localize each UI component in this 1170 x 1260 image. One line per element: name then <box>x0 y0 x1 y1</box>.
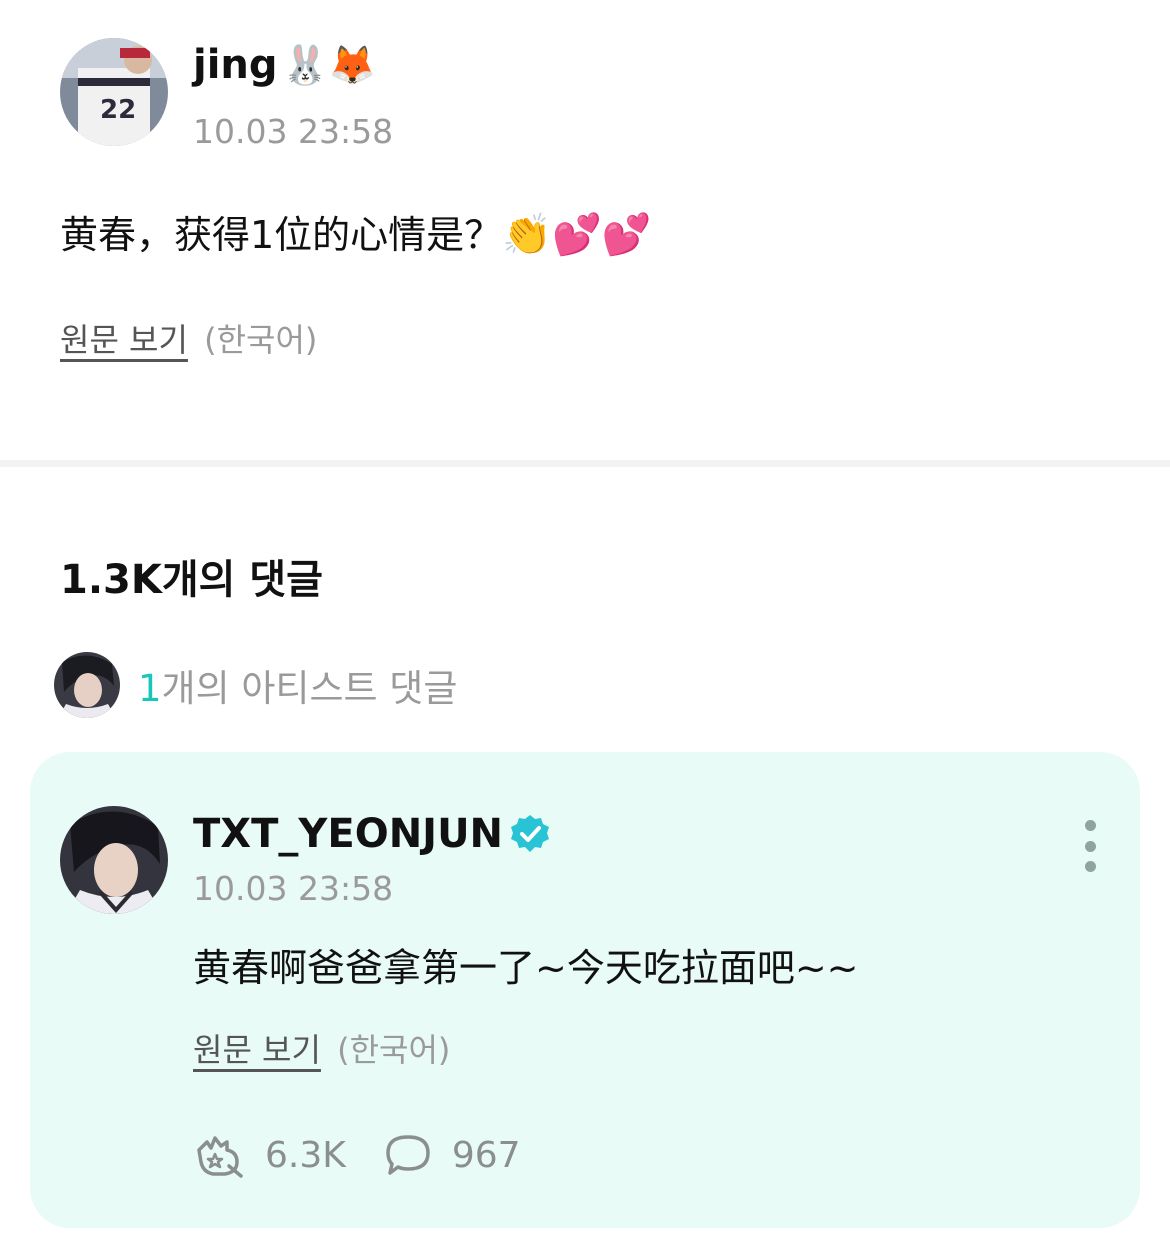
artist-avatar[interactable] <box>60 806 168 914</box>
artist-comment-actions: 6.3K 967 <box>193 1132 521 1178</box>
author-emojis: 🐰🦊 <box>281 43 377 87</box>
artist-comments-row[interactable]: 1개의 아티스트 댓글 <box>54 652 457 718</box>
post-timestamp: 10.03 23:58 <box>193 112 394 151</box>
artist-comment-text: 黄春啊爸爸拿第一了~今天吃拉面吧~~ <box>193 946 859 990</box>
like-count: 6.3K <box>265 1134 346 1176</box>
cheer-button[interactable]: 6.3K <box>193 1132 346 1178</box>
post-emojis: 👏💕💕 <box>502 212 652 258</box>
author-avatar[interactable]: 22 <box>60 38 168 146</box>
post-text: 黄春，获得1位的心情是？👏💕💕 <box>60 212 652 258</box>
section-divider <box>0 460 1170 467</box>
svg-text:22: 22 <box>100 95 136 125</box>
original-language-label: (한국어) <box>337 1031 451 1069</box>
reply-button[interactable]: 967 <box>384 1133 521 1177</box>
artist-comment-timestamp: 10.03 23:58 <box>193 869 394 908</box>
artist-comment-card[interactable]: TXT_YEONJUN 10.03 23:58 黄春啊爸爸拿第一了~今天吃拉面吧… <box>30 752 1140 1228</box>
post-view-original: 원문 보기 (한국어) <box>60 318 317 362</box>
reply-count: 967 <box>451 1134 521 1176</box>
view-original-link[interactable]: 원문 보기 <box>193 1031 321 1069</box>
post-header: 22 jing 🐰🦊 10.03 23:58 <box>60 38 393 152</box>
comment-bubble-icon <box>386 1135 430 1175</box>
artist-name[interactable]: TXT_YEONJUN <box>193 808 551 860</box>
author-name[interactable]: jing 🐰🦊 <box>193 40 393 90</box>
view-original-link[interactable]: 원문 보기 <box>60 321 188 359</box>
artist-comment-view-original: 원문 보기 (한국어) <box>193 1028 450 1072</box>
artist-comments-label: 1개의 아티스트 댓글 <box>138 667 458 710</box>
verified-badge-icon <box>511 815 550 852</box>
original-language-label: (한국어) <box>204 321 318 359</box>
comment-count-heading: 1.3K개의 댓글 <box>60 557 323 603</box>
artist-avatar-small <box>54 652 120 718</box>
cheer-icon <box>197 1136 243 1178</box>
more-vertical-icon[interactable] <box>1080 820 1100 872</box>
